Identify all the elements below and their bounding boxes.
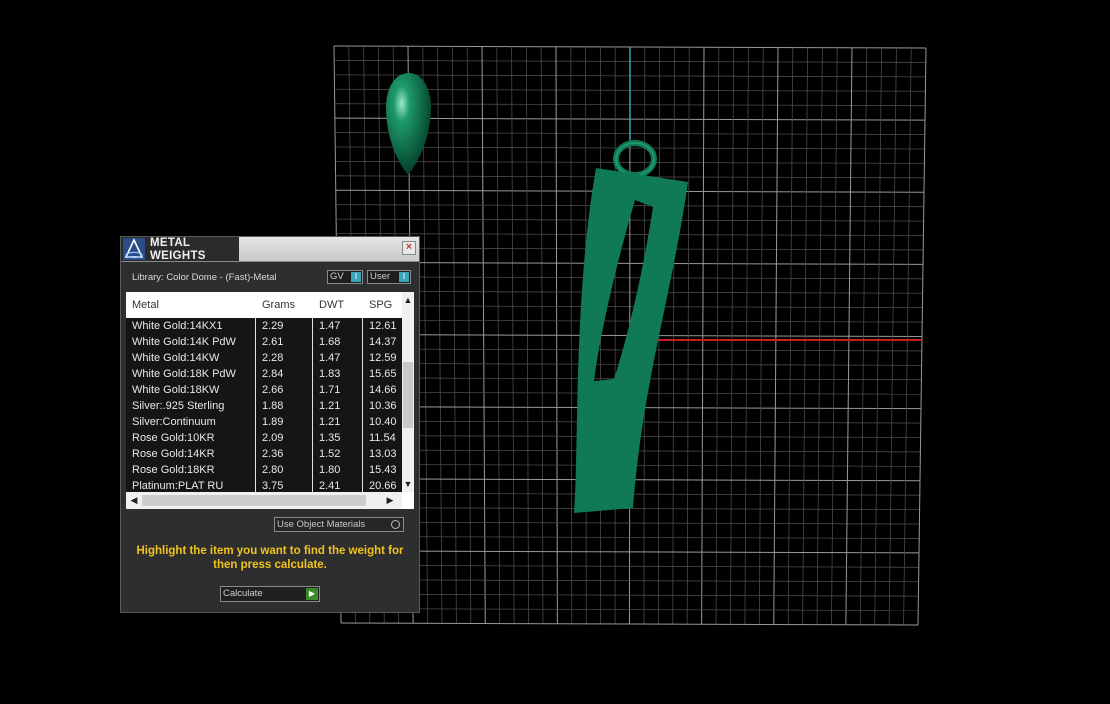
cell-grams: 2.80 xyxy=(256,462,313,478)
table-row[interactable]: White Gold:18KW 2.66 1.71 14.66 xyxy=(126,382,402,398)
user-toggle[interactable]: User I xyxy=(367,270,411,284)
table-body: White Gold:14KX1 2.29 1.47 12.61 White Gold:… xyxy=(126,318,402,494)
cell-dwt: 1.47 xyxy=(313,318,363,334)
cell-dwt: 1.35 xyxy=(313,430,363,446)
close-icon[interactable]: × xyxy=(402,241,416,255)
scroll-down-icon[interactable]: ▼ xyxy=(402,478,414,490)
cell-grams: 2.09 xyxy=(256,430,313,446)
cell-spg: 11.54 xyxy=(369,432,396,444)
table-row[interactable]: White Gold:14KW 2.28 1.47 12.59 xyxy=(126,350,402,366)
horizontal-scrollbar[interactable]: ◀ ▶ xyxy=(126,492,402,509)
cell-metal: Rose Gold:14KR xyxy=(126,446,256,462)
cell-grams: 1.88 xyxy=(256,398,313,414)
metal-table[interactable]: Metal Grams DWT SPG White Gold:14KX1 2.29… xyxy=(126,292,414,509)
table-row[interactable]: Silver:.925 Sterling 1.88 1.21 10.36 xyxy=(126,398,402,414)
cell-dwt: 1.80 xyxy=(313,462,363,478)
metal-weights-panel: METAL WEIGHTS × Library: Color Dome - (F… xyxy=(120,236,420,613)
cell-metal: Rose Gold:18KR xyxy=(126,462,256,478)
cell-metal: White Gold:14KW xyxy=(126,350,256,366)
cell-grams: 2.36 xyxy=(256,446,313,462)
gv-toggle-label: GV xyxy=(330,271,344,282)
column-header-grams[interactable]: Grams xyxy=(256,292,313,318)
play-arrow-icon: ▶ xyxy=(306,588,318,600)
cell-dwt: 1.52 xyxy=(313,446,363,462)
cell-metal: Silver:Continuum xyxy=(126,414,256,430)
cell-grams: 2.61 xyxy=(256,334,313,350)
column-header-spg[interactable]: SPG xyxy=(363,292,402,318)
scroll-left-icon[interactable]: ◀ xyxy=(128,494,140,506)
column-header-dwt[interactable]: DWT xyxy=(313,292,363,318)
use-object-materials-label: Use Object Materials xyxy=(277,519,366,530)
app-logo-icon xyxy=(123,238,145,260)
cell-dwt: 1.68 xyxy=(313,334,363,350)
panel-title: METAL WEIGHTS xyxy=(150,237,206,262)
panel-titlebar[interactable]: METAL WEIGHTS × xyxy=(121,237,419,262)
column-header-metal[interactable]: Metal xyxy=(126,292,256,318)
cell-spg: 10.40 xyxy=(369,416,397,428)
cell-dwt: 1.21 xyxy=(313,398,363,414)
cell-spg: 10.36 xyxy=(369,400,397,412)
teardrop-model[interactable] xyxy=(386,73,431,175)
toggle-indicator-icon: I xyxy=(399,272,409,282)
radio-icon[interactable] xyxy=(391,520,400,529)
cell-spg: 12.59 xyxy=(369,352,397,364)
calculate-button[interactable]: Calculate ▶ xyxy=(220,586,320,602)
scroll-right-icon[interactable]: ▶ xyxy=(384,494,396,506)
table-row[interactable]: White Gold:14KX1 2.29 1.47 12.61 xyxy=(126,318,402,334)
cell-metal: Rose Gold:10KR xyxy=(126,430,256,446)
instruction-text: Highlight the item you want to find the … xyxy=(136,545,404,571)
vertical-scrollbar[interactable]: ▲ ▼ xyxy=(402,292,414,492)
cell-dwt: 1.21 xyxy=(313,414,363,430)
table-row[interactable]: Rose Gold:10KR 2.09 1.35 11.54 xyxy=(126,430,402,446)
cell-dwt: 1.71 xyxy=(313,382,363,398)
cell-metal: White Gold:14K PdW xyxy=(126,334,256,350)
scroll-up-icon[interactable]: ▲ xyxy=(402,294,414,306)
table-row[interactable]: White Gold:18K PdW 2.84 1.83 15.65 xyxy=(126,366,402,382)
vertical-scroll-thumb[interactable] xyxy=(403,362,413,428)
cell-metal: White Gold:18KW xyxy=(126,382,256,398)
library-label: Library: Color Dome - (Fast)-Metal xyxy=(132,272,277,283)
horizontal-scroll-thumb[interactable] xyxy=(142,495,366,506)
cell-spg: 12.61 xyxy=(369,320,397,332)
table-row[interactable]: White Gold:14K PdW 2.61 1.68 14.37 xyxy=(126,334,402,350)
table-row[interactable]: Silver:Continuum 1.89 1.21 10.40 xyxy=(126,414,402,430)
cell-spg: 14.37 xyxy=(369,336,397,348)
table-row[interactable]: Rose Gold:18KR 2.80 1.80 15.43 xyxy=(126,462,402,478)
cell-metal: White Gold:18K PdW xyxy=(126,366,256,382)
cell-grams: 1.89 xyxy=(256,414,313,430)
user-toggle-label: User xyxy=(370,271,391,282)
cell-grams: 2.29 xyxy=(256,318,313,334)
toggle-indicator-icon: I xyxy=(351,272,361,282)
use-object-materials-option[interactable]: Use Object Materials xyxy=(274,517,404,532)
cell-grams: 2.28 xyxy=(256,350,313,366)
table-row[interactable]: Rose Gold:14KR 2.36 1.52 13.03 xyxy=(126,446,402,462)
cell-grams: 2.66 xyxy=(256,382,313,398)
cell-spg: 15.43 xyxy=(369,464,397,476)
cell-metal: Silver:.925 Sterling xyxy=(126,398,256,414)
cell-spg: 15.65 xyxy=(369,368,397,380)
cell-grams: 2.84 xyxy=(256,366,313,382)
cell-dwt: 1.47 xyxy=(313,350,363,366)
title-tab: METAL WEIGHTS xyxy=(121,237,239,262)
gv-toggle[interactable]: GV I xyxy=(327,270,363,284)
table-header: Metal Grams DWT SPG xyxy=(126,292,402,318)
cell-dwt: 1.83 xyxy=(313,366,363,382)
cell-spg: 13.03 xyxy=(369,448,397,460)
cell-spg: 14.66 xyxy=(369,384,397,396)
calculate-label: Calculate xyxy=(223,588,263,599)
cell-metal: White Gold:14KX1 xyxy=(126,318,256,334)
